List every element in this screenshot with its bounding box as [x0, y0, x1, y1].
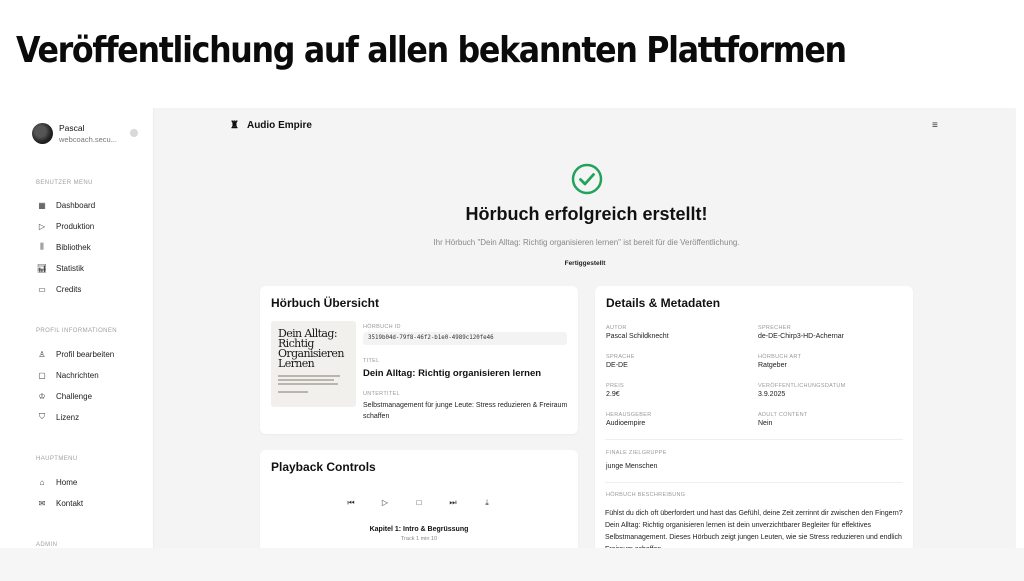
section-label-hauptmenu: HAUPTMENU: [36, 456, 78, 462]
app-screenshot: Pascal webcoach.secu... BENUTZER MENU ▦ D…: [20, 108, 1016, 548]
adult-content-value: Nein: [758, 420, 773, 427]
publisher-label: HERAUSGEBER: [606, 412, 652, 418]
overview-heading: Hörbuch Übersicht: [271, 296, 380, 310]
user-email: webcoach.secu...: [59, 135, 117, 144]
library-icon: ⫼: [40, 242, 44, 251]
message-icon: ▢: [38, 370, 46, 380]
bottom-strip: [0, 548, 1024, 581]
title-label: TITEL: [363, 358, 380, 364]
sidebar-item-label: Home: [56, 477, 78, 487]
divider: [605, 439, 903, 440]
sidebar-item-label: Challenge: [56, 391, 93, 401]
check-circle-icon: [571, 163, 603, 195]
price-value: 2.9€: [606, 391, 620, 398]
success-subtitle: Ihr Hörbuch "Dein Alltag: Richtig organi…: [433, 238, 740, 247]
speaker-value: de-DE-Chirp3-HD-Achernar: [758, 333, 844, 340]
user-icon: ♙: [38, 349, 46, 359]
section-label-user-menu: BENUTZER MENU: [36, 180, 93, 186]
chapter-subtitle: Track 1 min 10: [400, 536, 438, 542]
cover-text-lines: [278, 375, 349, 393]
sidebar-item-label: Kontakt: [56, 498, 84, 508]
book-type-value: Ratgeber: [758, 362, 787, 369]
sidebar-item-challenge[interactable]: ♔ Challenge: [36, 389, 92, 403]
card-icon: ▭: [38, 284, 46, 294]
sidebar-item-credits[interactable]: ▭ Credits: [36, 282, 81, 296]
sidebar-item-label: Nachrichten: [56, 370, 99, 380]
author-value: Pascal Schildknecht: [606, 333, 669, 340]
play-icon: ▷: [38, 221, 46, 231]
sidebar-item-home[interactable]: ⌂ Home: [36, 475, 78, 489]
sidebar-item-label: Dashboard: [56, 200, 96, 210]
details-card: Details & Metadaten AUTOR Pascal Schildk…: [595, 286, 913, 548]
id-label: HÖRBUCH ID: [363, 324, 401, 330]
book-description: Fühlst du dich oft überfordert und hast …: [605, 510, 903, 548]
subtitle-label: UNTERTITEL: [363, 391, 400, 397]
sidebar-item-lizenz[interactable]: ⛉ Lizenz: [36, 410, 79, 424]
sidebar-item-nachrichten[interactable]: ▢ Nachrichten: [36, 368, 99, 382]
shield-icon: ⛉: [39, 412, 45, 421]
speaker-label: SPRECHER: [758, 325, 791, 331]
app-title-label: Audio Empire: [246, 120, 312, 131]
playback-card: Playback Controls ⏮︎ ▷ □ ⏭︎ ⤓ Kapitel 1:…: [260, 450, 578, 548]
playback-heading: Playback Controls: [271, 460, 376, 474]
sidebar-item-label: Lizenz: [56, 412, 80, 422]
chapter-title: Kapitel 1: Intro & Begrüssung: [369, 526, 469, 533]
success-title: Hörbuch erfolgreich erstellt!: [465, 204, 708, 224]
avatar: [32, 123, 53, 144]
home-icon: ⌂: [39, 477, 45, 487]
status-dot: [130, 129, 138, 137]
publisher-value: Audioempire: [606, 420, 646, 427]
download-icon[interactable]: ⤓: [481, 498, 493, 508]
price-label: PREIS: [606, 383, 625, 389]
stop-icon[interactable]: □: [413, 498, 425, 508]
sidebar-item-dashboard[interactable]: ▦ Dashboard: [36, 198, 95, 212]
book-subtitle: Selbstmanagement für junge Leute: Stress…: [363, 402, 568, 420]
app-title[interactable]: ♜ Audio Empire: [230, 120, 312, 131]
sidebar-item-label: Profil bearbeiten: [56, 349, 115, 359]
slide-title: Veröffentlichung auf allen bekannten Pla…: [16, 30, 847, 71]
book-id[interactable]: 3519b04d-79f8-46f2-b1e0-4989c120fe46: [363, 332, 567, 345]
menu-icon[interactable]: ≡: [932, 120, 938, 131]
adult-content-label: ADULT CONTENT: [758, 412, 808, 418]
author-label: AUTOR: [606, 325, 627, 331]
sidebar-item-label: Statistik: [56, 263, 85, 273]
book-title: Dein Alltag: Richtig organisieren lernen: [363, 368, 542, 379]
sidebar-item-bibliothek[interactable]: ⫼ Bibliothek: [36, 240, 91, 254]
play-icon[interactable]: ▷: [379, 498, 391, 508]
mail-icon: ✉: [38, 498, 46, 508]
skip-forward-icon[interactable]: ⏭︎: [447, 498, 459, 508]
sidebar-item-kontakt[interactable]: ✉ Kontakt: [36, 496, 84, 510]
overview-card: Hörbuch Übersicht Dein Alltag: Richtig O…: [260, 286, 578, 434]
details-heading: Details & Metadaten: [606, 296, 721, 310]
user-profile[interactable]: Pascal webcoach.secu...: [32, 122, 148, 148]
sidebar-item-label: Produktion: [56, 221, 95, 231]
user-name: Pascal: [59, 123, 85, 133]
book-type-label: HÖRBUCH ART: [758, 354, 802, 360]
section-label-profil: PROFIL INFORMATIONEN: [36, 328, 118, 334]
trophy-icon: ♔: [38, 391, 46, 401]
release-date-label: VERÖFFENTLICHUNGSDATUM: [758, 383, 846, 389]
sidebar: Pascal webcoach.secu... BENUTZER MENU ▦ D…: [20, 108, 154, 548]
grid-icon: ▦: [38, 200, 46, 210]
divider: [605, 482, 903, 483]
sidebar-item-label: Bibliothek: [56, 242, 91, 252]
target-group-value: junge Menschen: [606, 463, 658, 470]
release-date-value: 3.9.2025: [758, 391, 786, 398]
cover-title: Dein Alltag: Richtig Organisieren Lernen: [278, 327, 344, 370]
sidebar-item-label: Credits: [56, 284, 82, 294]
language-label: SPRACHE: [606, 354, 635, 360]
book-cover[interactable]: Dein Alltag: Richtig Organisieren Lernen: [271, 321, 356, 407]
target-group-label: FINALE ZIELGRUPPE: [606, 450, 667, 456]
skip-back-icon[interactable]: ⏮︎: [345, 498, 357, 508]
sidebar-item-statistik[interactable]: 📊︎ Statistik: [36, 261, 84, 275]
playback-controls: ⏮︎ ▷ □ ⏭︎ ⤓: [345, 498, 493, 508]
chess-rook-icon: ♜: [230, 120, 239, 131]
sidebar-item-profil-bearbeiten[interactable]: ♙ Profil bearbeiten: [36, 347, 114, 361]
sidebar-item-produktion[interactable]: ▷ Produktion: [36, 219, 94, 233]
status-badge: Fertiggestellt: [564, 260, 606, 267]
chart-icon: 📊︎: [36, 263, 48, 273]
description-label: HÖRBUCH BESCHREIBUNG: [606, 492, 686, 498]
language-value: DE-DE: [606, 362, 628, 369]
